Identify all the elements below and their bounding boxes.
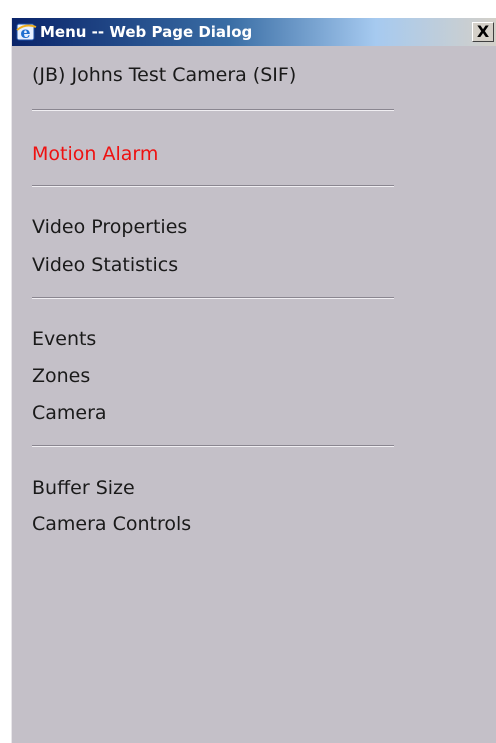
- events-link[interactable]: Events: [32, 327, 96, 351]
- video-statistics-link[interactable]: Video Statistics: [32, 253, 178, 277]
- video-properties-link[interactable]: Video Properties: [32, 215, 187, 239]
- zones-link[interactable]: Zones: [32, 364, 90, 388]
- title-bar[interactable]: e Menu -- Web Page Dialog X: [12, 18, 496, 46]
- menu-divider: [32, 109, 394, 111]
- camera-title: (JB) Johns Test Camera (SIF): [32, 64, 297, 86]
- window-title: Menu -- Web Page Dialog: [40, 23, 253, 41]
- internet-explorer-icon: e: [15, 21, 37, 43]
- buffer-size-link[interactable]: Buffer Size: [32, 476, 135, 500]
- motion-alarm-link[interactable]: Motion Alarm: [32, 142, 158, 166]
- camera-controls-link[interactable]: Camera Controls: [32, 512, 191, 536]
- close-icon: X: [476, 22, 490, 41]
- menu-divider: [32, 185, 394, 187]
- camera-link[interactable]: Camera: [32, 401, 107, 425]
- menu-divider: [32, 297, 394, 299]
- dialog-window: e Menu -- Web Page Dialog X (JB) Johns T…: [11, 18, 496, 743]
- close-button[interactable]: X: [472, 22, 494, 42]
- menu-divider: [32, 445, 394, 447]
